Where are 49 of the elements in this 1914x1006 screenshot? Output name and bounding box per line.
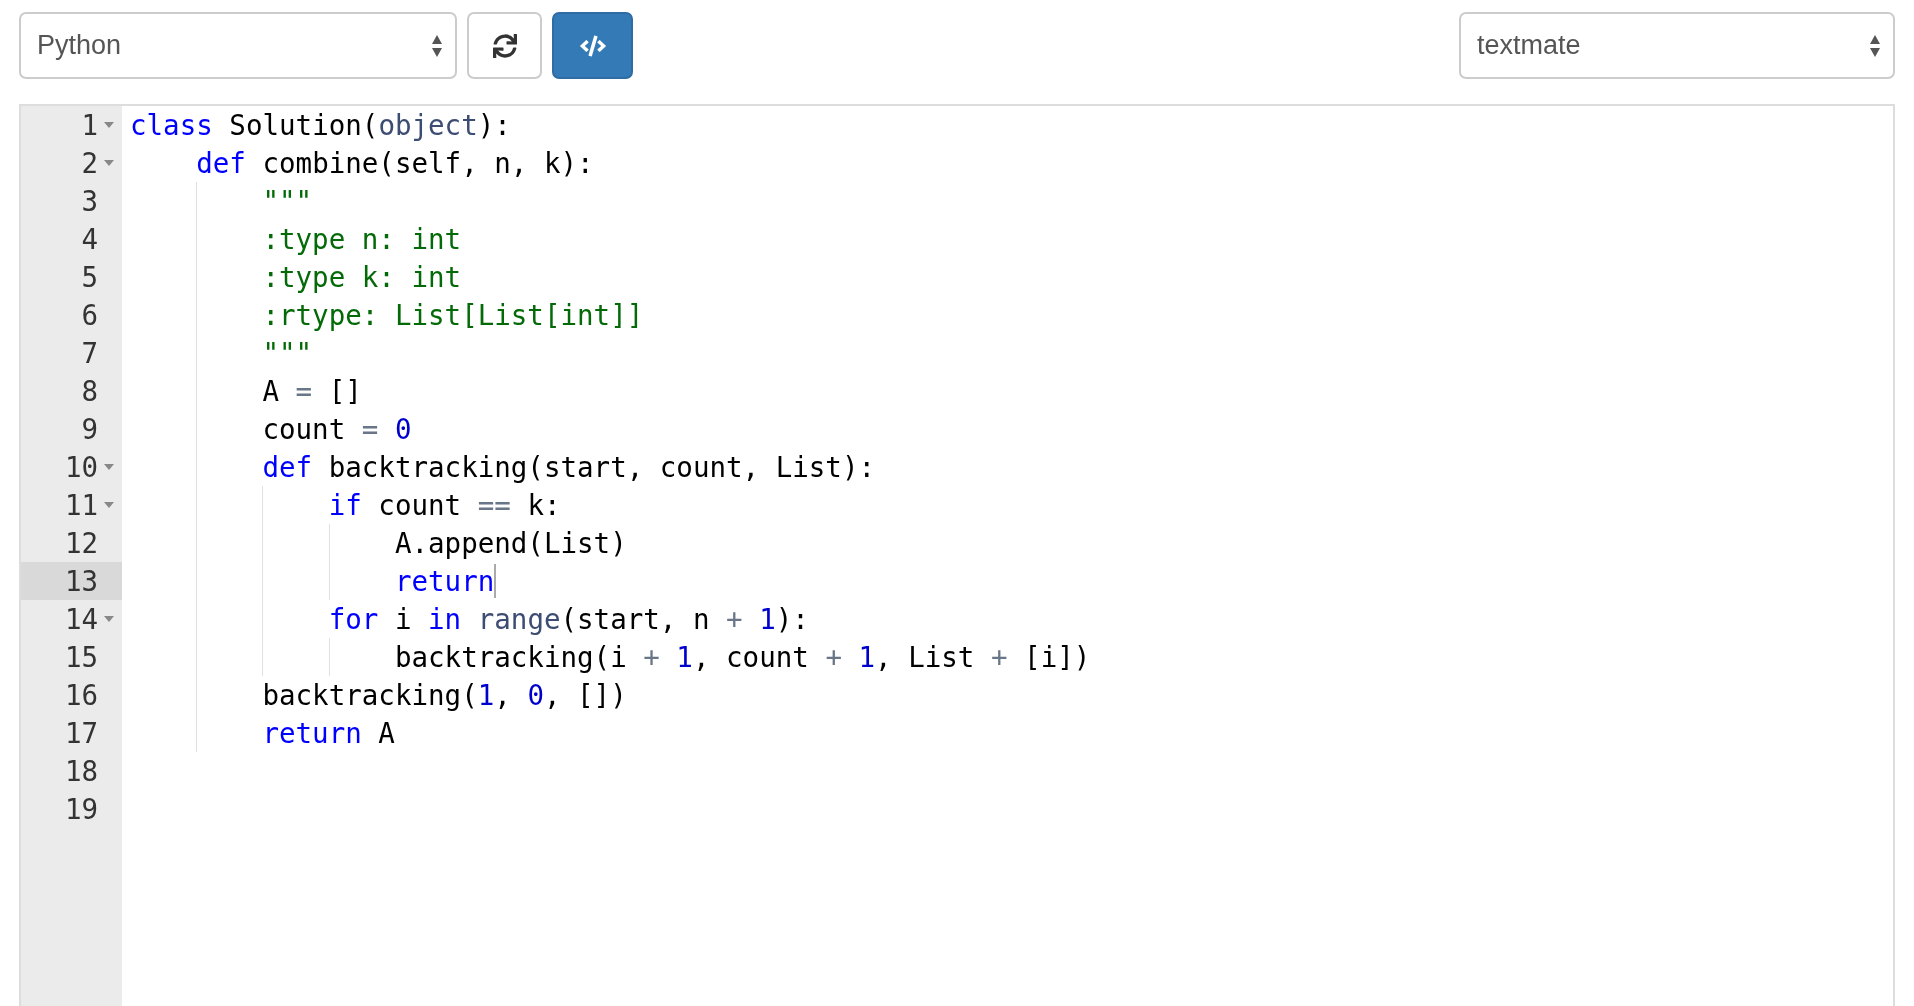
line-number: 18 — [64, 755, 98, 787]
line-number: 4 — [81, 223, 98, 255]
fold-caret-icon[interactable] — [104, 122, 114, 128]
fold-caret-icon[interactable] — [104, 616, 114, 622]
dropdown-arrows-icon — [431, 33, 443, 58]
code-line: return A — [261, 716, 395, 751]
code-line: """ — [261, 336, 313, 371]
line-number: 12 — [64, 527, 98, 559]
fold-caret-icon[interactable] — [104, 464, 114, 470]
line-number: 8 — [81, 375, 98, 407]
line-number: 6 — [81, 299, 98, 331]
code-line: backtracking(i + 1, count + 1, List + [i]) — [393, 640, 1091, 675]
code-button[interactable] — [552, 12, 633, 79]
code-line: class Solution(object): — [130, 108, 511, 143]
fold-caret-icon[interactable] — [104, 502, 114, 508]
code-line: def combine(self, n, k): — [195, 146, 594, 181]
line-number: 7 — [81, 337, 98, 369]
code-line: A = [] — [261, 374, 362, 409]
line-number: 13 — [64, 565, 98, 597]
refresh-icon — [492, 33, 517, 58]
fold-caret-icon[interactable] — [104, 160, 114, 166]
line-number: 1 — [81, 109, 98, 141]
refresh-button[interactable] — [467, 12, 542, 79]
code-line: :type n: int — [261, 222, 462, 257]
language-select[interactable]: Python — [19, 12, 457, 79]
code-line: """ — [261, 184, 313, 219]
line-number: 15 — [64, 641, 98, 673]
line-number: 11 — [64, 489, 98, 521]
code-line: backtracking(1, 0, []) — [261, 678, 627, 713]
code-line: count = 0 — [261, 412, 412, 447]
line-number: 3 — [81, 185, 98, 217]
line-number: 16 — [64, 679, 98, 711]
code-line: for i in range(start, n + 1): — [327, 602, 809, 637]
line-number: 9 — [81, 413, 98, 445]
code-line: def backtracking(start, count, List): — [261, 450, 876, 485]
line-number: 19 — [64, 793, 98, 825]
code-line: return — [393, 564, 495, 599]
code-line: :type k: int — [261, 260, 462, 295]
line-number: 14 — [64, 603, 98, 635]
text-cursor — [494, 564, 497, 598]
line-number: 10 — [64, 451, 98, 483]
dropdown-arrows-icon — [1869, 33, 1881, 58]
code-line: :rtype: List[List[int]] — [261, 298, 644, 333]
line-number: 5 — [81, 261, 98, 293]
code-line: if count == k: — [327, 488, 561, 523]
theme-select[interactable]: textmate — [1459, 12, 1895, 79]
line-number: 2 — [81, 147, 98, 179]
code-line: A.append(List) — [393, 526, 627, 561]
line-number: 17 — [64, 717, 98, 749]
